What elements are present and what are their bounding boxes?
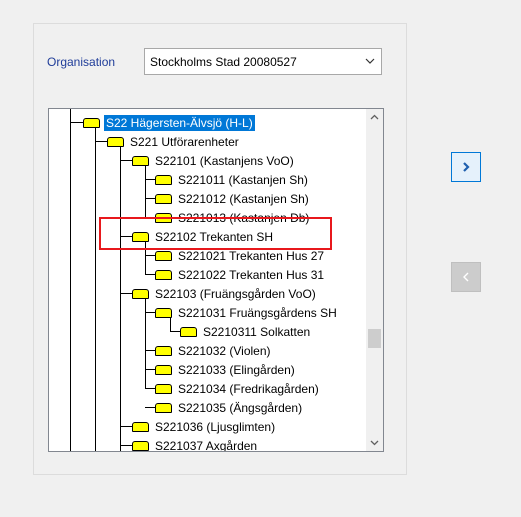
tree-node-label: S221035 (Ängsgården) [178, 400, 303, 415]
folder-icon [155, 307, 172, 318]
folder-icon [83, 117, 100, 128]
tree-connector [145, 312, 155, 313]
tree-node[interactable]: S22101 (Kastanjens VoO) [132, 151, 296, 170]
tree-node[interactable]: S2210311 Solkatten [180, 322, 312, 341]
organisation-select[interactable]: Stockholms Stad 20080527 [144, 48, 382, 75]
folder-icon [155, 383, 172, 394]
tree-node-label: S221033 (Elingården) [178, 362, 295, 377]
folder-icon [132, 155, 149, 166]
tree-node[interactable]: S221037 Axgården [132, 436, 259, 452]
tree-node-label: S221031 Fruängsgårdens SH [178, 305, 337, 320]
folder-icon [107, 136, 124, 147]
chevron-right-icon [463, 162, 470, 172]
tree-connector [95, 141, 107, 142]
folder-icon [155, 250, 172, 261]
tree-node-label: S221 Utförarenheter [130, 134, 239, 149]
tree-node-label: S221036 (Ljusglimten) [155, 419, 276, 434]
tree-node-label: S221032 (Violen) [178, 343, 271, 358]
tree-connector [145, 350, 155, 351]
remove-button[interactable] [451, 262, 481, 292]
tree-node-label: S221037 Axgården [155, 438, 258, 452]
tree-connector [120, 445, 132, 446]
tree-connector [145, 407, 155, 408]
highlight-annotation [99, 217, 332, 250]
tree-node[interactable]: S221034 (Fredrikagården) [155, 379, 321, 398]
folder-icon [155, 364, 172, 375]
tree-node[interactable]: S221012 (Kastanjen Sh) [155, 189, 311, 208]
chevron-left-icon [463, 272, 469, 282]
folder-icon [132, 421, 149, 432]
tree-connector [95, 122, 96, 451]
tree-node[interactable]: S221036 (Ljusglimten) [132, 417, 277, 436]
tree-node-label: S2210311 Solkatten [203, 324, 311, 339]
add-button[interactable] [451, 152, 481, 182]
scroll-down-icon[interactable] [366, 434, 383, 451]
tree-node-label: S22 Hägersten-Älvsjö (H-L) [104, 114, 255, 131]
tree-node[interactable]: S221011 (Kastanjen Sh) [155, 170, 310, 189]
tree-connector [120, 426, 132, 427]
tree-node-label: S221022 Trekanten Hus 31 [178, 267, 325, 282]
tree-connector [145, 369, 155, 370]
folder-icon [155, 174, 172, 185]
tree-connector [170, 331, 180, 332]
tree-connector [120, 293, 132, 294]
tree-connector [70, 109, 71, 451]
folder-icon [155, 402, 172, 413]
folder-icon [155, 269, 172, 280]
organisation-tree[interactable]: S22 Hägersten-Älvsjö (H-L) S221 Utförare… [48, 108, 384, 452]
tree-node[interactable]: S221 Utförarenheter [107, 132, 241, 151]
tree-node-label: S221011 (Kastanjen Sh) [178, 172, 308, 187]
organisation-label: Organisation [47, 55, 116, 69]
tree-node[interactable]: S221035 (Ängsgården) [155, 398, 304, 417]
tree-node-label: S221012 (Kastanjen Sh) [178, 191, 309, 206]
tree-node[interactable]: S22103 (Fruängsgården VoO) [132, 284, 318, 303]
tree-connector [120, 141, 121, 451]
tree-scrollbar[interactable] [366, 109, 383, 451]
tree-connector [145, 293, 146, 389]
tree-connector [145, 388, 155, 389]
folder-icon [155, 193, 172, 204]
folder-icon [180, 326, 197, 337]
scrollbar-thumb[interactable] [368, 329, 381, 348]
tree-connector [145, 255, 155, 256]
tree-connector [120, 160, 132, 161]
tree-node[interactable]: S221033 (Elingården) [155, 360, 297, 379]
folder-icon [155, 345, 172, 356]
tree-node-label: S22103 (Fruängsgården VoO) [155, 286, 316, 301]
chevron-down-icon [365, 58, 375, 64]
folder-icon [132, 288, 149, 299]
tree-node[interactable]: S221032 (Violen) [155, 341, 273, 360]
tree-node[interactable]: S221022 Trekanten Hus 31 [155, 265, 326, 284]
organisation-select-value: Stockholms Stad 20080527 [150, 55, 297, 69]
tree-connector [70, 122, 83, 123]
tree-connector [145, 198, 155, 199]
tree-node[interactable]: S22 Hägersten-Älvsjö (H-L) [83, 113, 255, 132]
folder-icon [132, 440, 149, 451]
scroll-up-icon[interactable] [366, 109, 383, 126]
tree-node-label: S22101 (Kastanjens VoO) [155, 153, 294, 168]
tree-node-label: S221034 (Fredrikagården) [178, 381, 319, 396]
tree-connector [145, 274, 155, 275]
tree-connector [145, 179, 155, 180]
tree-node[interactable]: S221031 Fruängsgårdens SH [155, 303, 339, 322]
